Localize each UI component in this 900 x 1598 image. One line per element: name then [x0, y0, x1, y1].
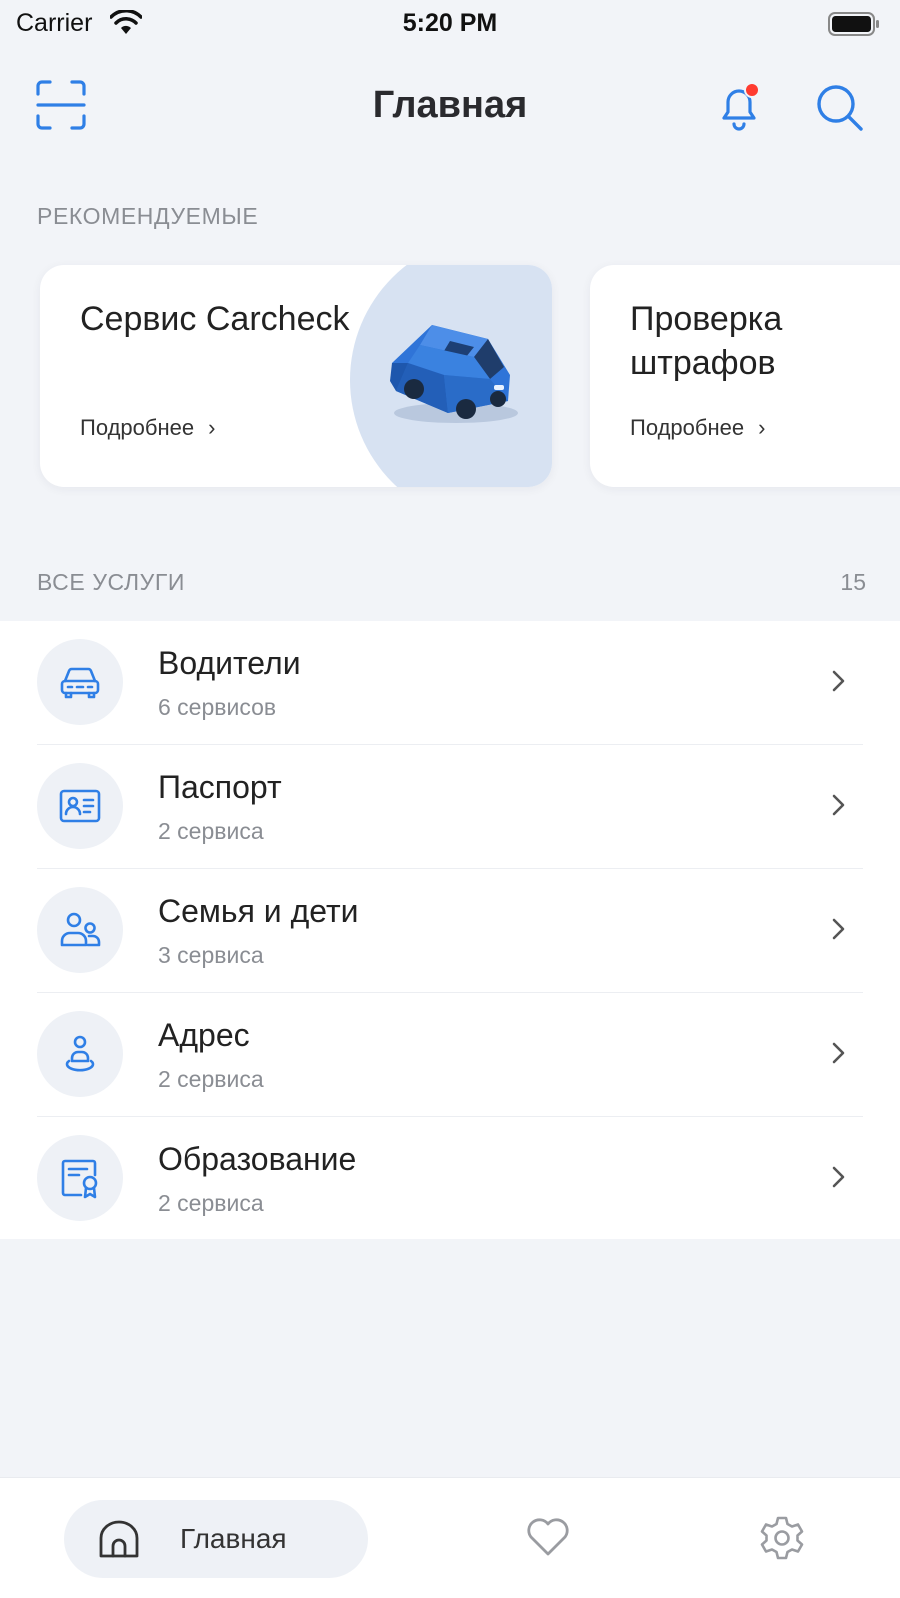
car-icon	[60, 667, 100, 699]
list-item-subtitle: 2 сервиса	[158, 1066, 264, 1092]
nav-bar: Главная	[0, 60, 900, 150]
tab-home-label: Главная	[180, 1523, 287, 1554]
list-item-passport[interactable]: Паспорт 2 сервиса	[0, 745, 900, 869]
certificate-icon	[61, 1159, 98, 1199]
notification-dot	[744, 82, 760, 98]
heart-icon[interactable]	[524, 1514, 572, 1558]
home-icon	[99, 1520, 139, 1558]
location-person-icon	[65, 1035, 95, 1072]
list-item-address[interactable]: Адрес 2 сервиса	[0, 993, 900, 1117]
search-icon[interactable]	[812, 80, 866, 134]
list-item-title: Паспорт	[158, 769, 282, 805]
recommended-card-fines[interactable]: Проверка штрафов Подробнее ›	[590, 265, 900, 487]
list-item-title: Образование	[158, 1141, 357, 1177]
card-more-link[interactable]: Подробнее ›	[630, 415, 765, 441]
tab-home[interactable]: Главная	[64, 1500, 368, 1578]
recommended-section-label: РЕКОМЕНДУЕМЫЕ	[37, 203, 259, 229]
list-item-icon-wrap	[37, 639, 123, 725]
list-item-family[interactable]: Семья и дети 3 сервиса	[0, 869, 900, 993]
car-illustration	[390, 325, 518, 423]
list-item-title: Водители	[158, 645, 301, 681]
bell-icon[interactable]	[714, 78, 766, 134]
battery-icon	[828, 12, 879, 36]
card-title: Проверка штрафов	[630, 300, 783, 382]
list-item-subtitle: 6 сервисов	[158, 694, 277, 720]
status-bar: Carrier 5:20 PM	[0, 0, 900, 48]
list-item-subtitle: 2 сервиса	[158, 818, 264, 844]
list-item-icon-wrap	[37, 1135, 123, 1221]
list-item-icon-wrap	[37, 763, 123, 849]
list-item-drivers[interactable]: Водители 6 сервисов	[0, 621, 900, 745]
chevron-right-icon	[832, 918, 845, 940]
tab-bar: Главная	[0, 1477, 900, 1598]
chevron-right-icon	[832, 670, 845, 692]
chevron-right-icon	[832, 1166, 845, 1188]
list-item-title: Адрес	[158, 1017, 250, 1053]
card-more-label: Подробнее	[80, 415, 195, 440]
all-services-section-label: ВСЕ УСЛУГИ	[37, 569, 186, 595]
services-count: 15	[840, 569, 866, 595]
card-more-label: Подробнее	[630, 415, 745, 440]
list-item-subtitle: 3 сервиса	[158, 942, 264, 968]
gear-icon[interactable]	[758, 1514, 806, 1562]
list-item-icon-wrap	[37, 887, 123, 973]
card-more-link[interactable]: Подробнее ›	[80, 415, 215, 441]
recommended-card-carcheck[interactable]: Сервис Carcheck Подробнее ›	[40, 265, 552, 487]
chevron-right-icon	[832, 1042, 845, 1064]
chevron-right-icon	[832, 794, 845, 816]
chevron-right-icon: ›	[758, 415, 766, 440]
list-item-title: Семья и дети	[158, 893, 359, 929]
list-item-education[interactable]: Образование 2 сервиса	[0, 1117, 900, 1241]
chevron-right-icon: ›	[208, 415, 216, 440]
list-item-icon-wrap	[37, 1011, 123, 1097]
services-list: Водители 6 сервисов Паспорт 2 сервиса Се…	[0, 621, 900, 1239]
id-card-icon	[59, 789, 101, 823]
list-item-subtitle: 2 сервиса	[158, 1190, 264, 1216]
card-title: Сервис Carcheck	[80, 300, 350, 338]
clock: 5:20 PM	[402, 9, 498, 37]
family-icon	[60, 912, 101, 947]
